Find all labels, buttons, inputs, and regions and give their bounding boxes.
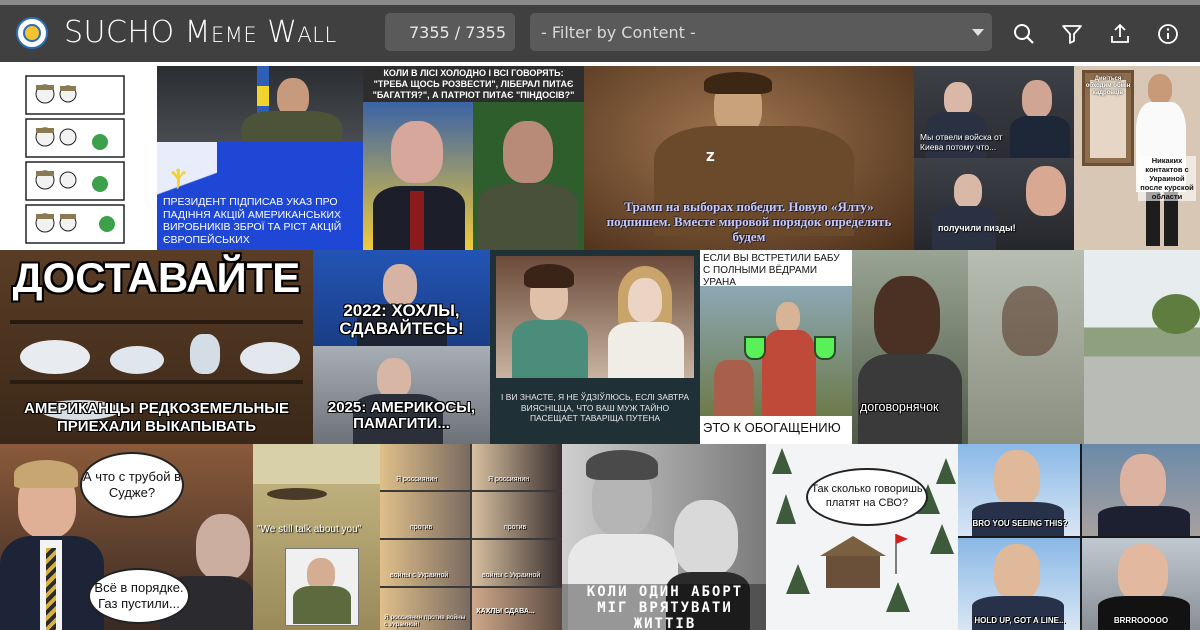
label-d: Я россиянин против войны с Украиной! bbox=[384, 614, 466, 629]
meme-tile-russian-against-war[interactable]: Я россиянин Я россиянин против против во… bbox=[380, 444, 562, 630]
meme-tile-xi-phone[interactable]: BRO YOU SEEING THIS? HOLD UP, GOT A LINE… bbox=[958, 444, 1200, 630]
caption: ПРЕЗИДЕНТ ПІДПИСАВ УКАЗ ПРО ПАДІННЯ АКЦІ… bbox=[163, 196, 342, 246]
filter-icon[interactable] bbox=[1060, 22, 1084, 46]
caption: "We still talk about you" bbox=[257, 524, 362, 535]
meme-tile-dostavaite[interactable]: ДОСТАВАЙТЕ АМЕРИКАНЦЫ РЕДКОЗЕМЕЛЬНЫЕ ПРИ… bbox=[0, 250, 313, 444]
caption-1: Дивіться обходим обмін кадровців bbox=[1085, 76, 1131, 96]
caption: договорнячок bbox=[860, 400, 939, 414]
meme-tile-ladies[interactable]: І ВИ ЗНАСТЕ, Я НЕ ЎДЗІЎЛЮСЬ, ЕСЛІ ЗАВТРА… bbox=[490, 250, 700, 444]
meme-tile-dogovornyachok[interactable]: договорнячок bbox=[852, 250, 1200, 444]
meme-tile-putin-2022-2025[interactable]: 2022: ХОХЛЫ, СДАВАЙТЕСЬ! 2025: АМЕРИКОСЫ… bbox=[313, 250, 490, 444]
caption-2: HOLD UP, GOT A LINE... bbox=[974, 616, 1066, 625]
meme-grid: Ⲯ ПРЕЗИДЕНТ ПІДПИСАВ УКАЗ ПРО ПАДІННЯ АК… bbox=[0, 62, 1200, 630]
speech-bubble-1: А что с трубой в Судже? bbox=[80, 452, 184, 518]
label-c1: войны с Украиной bbox=[390, 572, 449, 579]
caption-bottom: АМЕРИКАНЦЫ РЕДКОЗЕМЕЛЬНЫЕ ПРИЕХАЛИ ВЫКАП… bbox=[24, 400, 289, 435]
caption: І ВИ ЗНАСТЕ, Я НЕ ЎДЗІЎЛЮСЬ, ЕСЛІ ЗАВТРА… bbox=[501, 392, 689, 424]
caption-1: BRO YOU SEEING THIS? bbox=[972, 519, 1068, 528]
label-a2: Я россиянин bbox=[488, 476, 530, 483]
meme-tile-tucker-sudzha[interactable]: А что с трубой в Судже? Всё в порядке. Г… bbox=[0, 444, 253, 630]
search-icon[interactable] bbox=[1012, 22, 1036, 46]
meme-tile-svo-game[interactable]: Так сколько говоришь платят на СВО? bbox=[766, 444, 958, 630]
caption-2022: 2022: ХОХЛЫ, СДАВАЙТЕСЬ! bbox=[339, 301, 464, 338]
app-header: SUCHO Meme Wall 7355 / 7355 - Filter by … bbox=[0, 5, 1200, 62]
speech-bubble-2: Всё в порядке. Газ пустили... bbox=[88, 568, 190, 624]
sucho-logo[interactable] bbox=[16, 17, 48, 49]
label-a1: Я россиянин bbox=[396, 476, 438, 483]
label-e: ХАХЛЫ СДАВА... bbox=[476, 608, 535, 615]
caption-top: ДОСТАВАЙТЕ bbox=[12, 254, 301, 301]
filter-label: - Filter by Content - bbox=[541, 23, 696, 42]
upload-icon[interactable] bbox=[1108, 22, 1132, 46]
info-icon[interactable] bbox=[1156, 22, 1180, 46]
meme-tile-covid-comic[interactable] bbox=[0, 66, 157, 250]
caption-2: получили пизды! bbox=[938, 223, 1016, 233]
caption: КОЛИ ОДИН АБОРТ МІГ ВРЯТУВАТИ ЖИТТІВ bbox=[586, 584, 744, 630]
speech-bubble: Так сколько говоришь платят на СВО? bbox=[806, 468, 928, 526]
meme-tile-still-talk[interactable]: "We still talk about you" bbox=[253, 444, 380, 630]
meme-tile-abortion[interactable]: КОЛИ ОДИН АБОРТ МІГ ВРЯТУВАТИ ЖИТТІВ bbox=[562, 444, 766, 630]
app-title: SUCHO Meme Wall bbox=[64, 15, 337, 50]
caption-3: BRRROOOOO bbox=[1113, 616, 1169, 625]
meme-tile-trump-yalta[interactable]: Z Трамп на выборах победит. Новую «Ялту»… bbox=[584, 66, 914, 250]
caption-2: Никаких контактов с Украиной после курск… bbox=[1138, 156, 1196, 201]
meme-counter: 7355 / 7355 bbox=[385, 13, 515, 51]
chevron-down-icon bbox=[972, 29, 984, 36]
meme-tile-zelensky-decree[interactable]: Ⲯ ПРЕЗИДЕНТ ПІДПИСАВ УКАЗ ПРО ПАДІННЯ АК… bbox=[157, 66, 363, 250]
caption-top: ЕСЛИ ВЫ ВСТРЕТИЛИ БАБУ С ПОЛНЫМИ ВЁДРАМИ… bbox=[703, 253, 840, 288]
label-c2: войны с Украиной bbox=[482, 572, 541, 579]
caption-top: КОЛИ В ЛІСІ ХОЛОДНО І ВСІ ГОВОРЯТЬ: "ТРЕ… bbox=[372, 68, 575, 100]
content-filter-select[interactable]: - Filter by Content - bbox=[530, 13, 992, 51]
meme-tile-mirror[interactable]: Дивіться обходим обмін кадровців Никаких… bbox=[1074, 66, 1200, 250]
caption-bottom: ЭТО К ОБОГАЩЕНИЮ bbox=[703, 420, 841, 435]
caption: Трамп на выборах победит. Новую «Ялту» п… bbox=[606, 199, 892, 244]
label-b2: против bbox=[504, 524, 527, 531]
caption-1: Мы отвели войска от Киева потому что... bbox=[920, 132, 1003, 152]
caption-2025: 2025: АМЕРИКОСЫ, ПАМАГИТИ... bbox=[327, 399, 476, 432]
meme-tile-poroshenko-zelensky[interactable]: КОЛИ В ЛІСІ ХОЛОДНО І ВСІ ГОВОРЯТЬ: "ТРЕ… bbox=[363, 66, 584, 250]
label-b1: против bbox=[410, 524, 433, 531]
meme-tile-putin-van[interactable]: Мы отвели войска от Киева потому что... … bbox=[914, 66, 1074, 250]
meme-tile-baba-uranium[interactable]: ЕСЛИ ВЫ ВСТРЕТИЛИ БАБУ С ПОЛНЫМИ ВЁДРАМИ… bbox=[700, 250, 852, 444]
